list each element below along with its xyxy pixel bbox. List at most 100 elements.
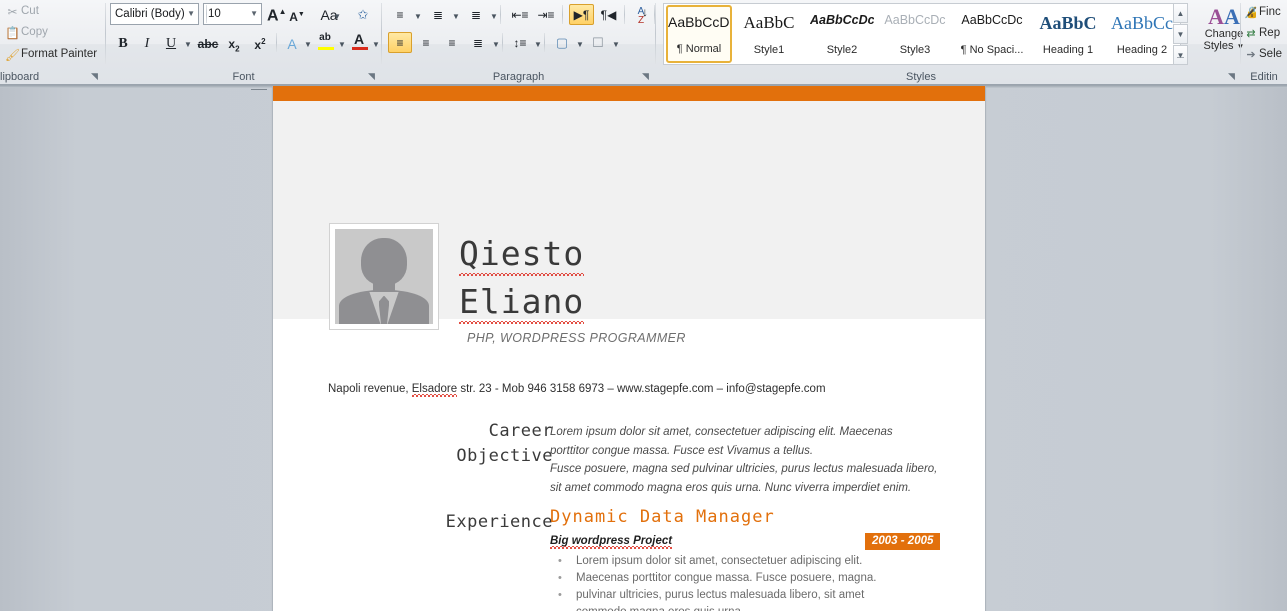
ribbon-group-styles: AaBbCcDc ¶ Normal AaBbC Style1 AaBbCcDc … <box>656 0 1244 84</box>
resume-name-block: Qiesto Eliano <box>459 230 939 326</box>
shrink-font-button[interactable]: A▼ <box>287 4 307 24</box>
right-to-left-text-direction-button[interactable]: ¶◀ <box>596 4 621 25</box>
justify-chevron-down-icon[interactable]: ▼ <box>492 40 500 49</box>
section-label-career-objective: Career Objective <box>303 419 553 469</box>
bold-button[interactable]: B <box>112 32 134 53</box>
select-button[interactable]: ➔ Sele <box>1243 45 1282 63</box>
separator <box>206 5 207 23</box>
styles-dialog-launcher[interactable]: ◥ <box>1226 71 1237 82</box>
style-item-no-spacing[interactable]: AaBbCcDc ¶ No Spaci... <box>955 5 1029 63</box>
underline-chevron-down-icon[interactable]: ▼ <box>184 40 192 49</box>
styles-more-button[interactable]: ▼ — <box>1173 45 1188 65</box>
chevron-down-icon[interactable]: ▼ <box>187 4 195 24</box>
document-page[interactable]: Qiesto Eliano PHP, WORDPRESS PROGRAMMER … <box>273 86 985 611</box>
paintbrush-icon: 🖌 <box>4 48 21 62</box>
ribbon-group-clipboard: ✂ Cut 📋Copy 🖌Format Painter lipboard ◥ <box>0 0 105 84</box>
align-right-button[interactable]: ≡ <box>440 32 464 53</box>
cut-label: Cut <box>21 5 39 17</box>
style-name: Style3 <box>899 44 931 56</box>
style-preview: AaBbCcDc <box>961 13 1023 27</box>
font-size-combobox[interactable]: 10 ▼ <box>203 3 262 25</box>
paragraph-dialog-launcher[interactable]: ◥ <box>640 71 651 82</box>
strikethrough-button[interactable]: abc <box>196 32 220 53</box>
style-item-style2[interactable]: AaBbCcDc Style2 <box>809 5 875 63</box>
copy-button[interactable]: 📋Copy <box>4 23 48 41</box>
separator <box>624 5 625 24</box>
section-body-career-objective[interactable]: Lorem ipsum dolor sit amet, consectetuer… <box>550 423 970 497</box>
resume-last-name[interactable]: Eliano <box>459 278 585 326</box>
change-case-button[interactable]: Aa ▼ <box>314 4 344 24</box>
job-subtitle: Big wordpress Project <box>550 535 673 549</box>
format-painter-button[interactable]: 🖌Format Painter <box>4 45 97 63</box>
left-to-right-text-direction-button[interactable]: ▶¶ <box>569 4 594 25</box>
multilevel-list-button[interactable]: ≣ <box>464 4 488 25</box>
resume-job-subtitle: PHP, WORDPRESS PROGRAMMER <box>467 331 686 345</box>
shading-button[interactable]: ▢ <box>550 32 574 53</box>
multilevel-chevron-down-icon[interactable]: ▼ <box>490 12 498 21</box>
borders-button[interactable]: ☐ <box>586 32 610 53</box>
contact-prefix: Napoli revenue, <box>328 383 412 395</box>
spellcheck-squiggle <box>550 546 673 549</box>
italic-button[interactable]: I <box>136 32 158 53</box>
spellcheck-squiggle <box>459 273 585 276</box>
font-name-value: Calibri (Body) <box>115 8 185 20</box>
highlight-chevron-down-icon[interactable]: ▼ <box>338 40 346 49</box>
shading-chevron-down-icon[interactable]: ▼ <box>576 40 584 49</box>
cut-button[interactable]: ✂ Cut <box>4 2 39 20</box>
decrease-indent-button[interactable]: ⇤≡ <box>508 4 532 25</box>
style-item-normal[interactable]: AaBbCcDc ¶ Normal <box>666 5 732 63</box>
superscript-button[interactable]: x2 <box>248 32 272 53</box>
ribbon-group-font: Calibri (Body) ▼ 10 ▼ A▲ A▼ Aa ▼ ✩ B I U … <box>106 0 381 84</box>
font-color-chevron-down-icon[interactable]: ▼ <box>372 40 380 49</box>
replace-button[interactable]: ⇄ Rep <box>1243 24 1280 42</box>
underline-button[interactable]: U <box>160 32 182 53</box>
line-spacing-chevron-down-icon[interactable]: ▼ <box>534 40 542 49</box>
resume-first-name[interactable]: Qiesto <box>459 230 585 278</box>
resume-contact-line[interactable]: Napoli revenue, Elsadore str. 23 - Mob 9… <box>328 383 826 397</box>
sort-button[interactable]: A Z ↓ <box>630 3 652 26</box>
font-name-combobox[interactable]: Calibri (Body) ▼ <box>110 3 199 25</box>
ribbon-group-paragraph: ≡ ▼ ≣ ▼ ≣ ▼ ⇤≡ ⇥≡ ▶¶ ¶◀ A Z ↓ ≡ ≡ ≡ ≣ ▼ ↕≡… <box>382 0 655 84</box>
paragraph-group-label: Paragraph <box>492 71 545 83</box>
clipboard-dialog-launcher[interactable]: ◥ <box>89 71 100 82</box>
ribbon-group-editing: 🔏Finc ⇄ Rep ➔ Sele Editin <box>1241 0 1287 84</box>
separator <box>544 33 545 52</box>
line-spacing-button[interactable]: ↕≡ <box>508 32 532 53</box>
profile-photo-frame[interactable] <box>329 223 439 330</box>
text-effects-button[interactable]: A <box>282 32 302 53</box>
experience-job-1[interactable]: Dynamic Data Manager Big wordpress Proje… <box>550 507 970 611</box>
numbering-chevron-down-icon[interactable]: ▼ <box>452 12 460 21</box>
numbering-button[interactable]: ≣ <box>426 4 450 25</box>
font-group-label: Font <box>232 71 255 83</box>
styles-scroll-down-button[interactable]: ▼ <box>1173 24 1188 44</box>
binoculars-icon: 🔏 <box>1244 7 1258 19</box>
style-name: Heading 2 <box>1116 44 1168 56</box>
text-highlight-color-button[interactable]: ab <box>314 30 336 53</box>
style-preview: AaBbCcDc <box>884 13 946 27</box>
borders-chevron-down-icon[interactable]: ▼ <box>612 40 620 49</box>
job-misspelled-word: wordpress <box>550 535 673 549</box>
font-dialog-launcher[interactable]: ◥ <box>366 71 377 82</box>
chevron-down-icon[interactable]: ▼ <box>250 4 258 24</box>
bullets-chevron-down-icon[interactable]: ▼ <box>414 12 422 21</box>
increase-indent-button[interactable]: ⇥≡ <box>534 4 558 25</box>
subscript-button[interactable]: x2 <box>222 32 246 53</box>
style-item-heading-1[interactable]: AaBbC Heading 1 <box>1032 5 1104 63</box>
align-center-button[interactable]: ≡ <box>414 32 438 53</box>
font-color-button[interactable]: A <box>348 30 370 53</box>
page-accent-bar <box>273 86 985 101</box>
align-left-button[interactable]: ≡ <box>388 32 412 53</box>
styles-scroll-up-button[interactable]: ▲ <box>1173 3 1188 23</box>
ruler-tab-marker[interactable] <box>251 89 267 90</box>
style-item-style1[interactable]: AaBbC Style1 <box>736 5 802 63</box>
bullets-button[interactable]: ≡ <box>388 4 412 25</box>
clear-formatting-button[interactable]: ✩ <box>351 4 375 24</box>
styles-gallery[interactable]: AaBbCcDc ¶ Normal AaBbC Style1 AaBbCcDc … <box>663 3 1181 65</box>
style-item-style3[interactable]: AaBbCcDc Style3 <box>882 5 948 63</box>
style-item-heading-2[interactable]: AaBbCc Heading 2 <box>1106 5 1178 63</box>
find-button[interactable]: 🔏Finc <box>1243 3 1281 21</box>
justify-button[interactable]: ≣ <box>466 32 490 53</box>
text-effects-chevron-down-icon[interactable]: ▼ <box>304 40 312 49</box>
grow-font-button[interactable]: A▲ <box>266 4 286 24</box>
experience-label: Experience <box>445 512 553 532</box>
